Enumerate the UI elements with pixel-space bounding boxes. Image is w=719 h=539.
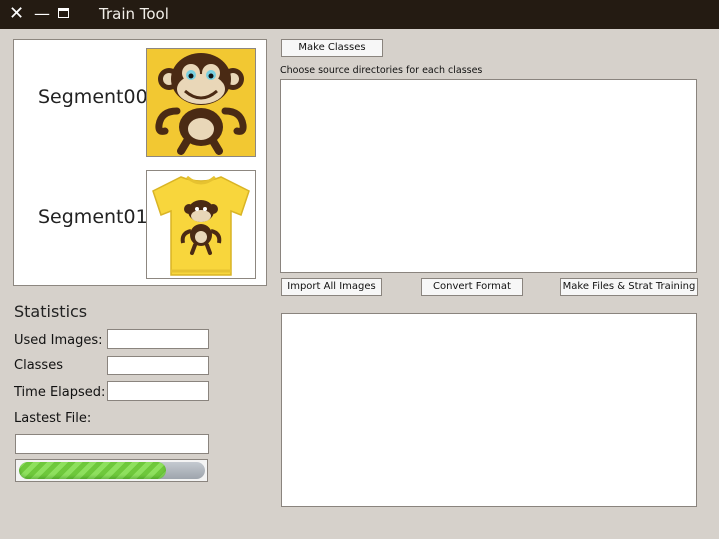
statistics-title: Statistics [14, 302, 88, 321]
minimize-icon[interactable]: — [34, 5, 50, 23]
close-icon[interactable]: ✕ [9, 5, 24, 23]
convert-format-button[interactable]: Convert Format [421, 278, 523, 296]
title-bar: ✕ — Train Tool [0, 0, 719, 29]
latest-file-label: Lastest File: [14, 411, 92, 426]
training-progress-bar [15, 459, 208, 482]
progress-track [19, 462, 205, 479]
segment-label: Segment01 [38, 206, 148, 228]
latest-file-field[interactable] [15, 434, 209, 454]
segment-label: Segment00 [38, 86, 148, 108]
import-all-images-button[interactable]: Import All Images [281, 278, 382, 296]
window-title: Train Tool [99, 5, 169, 23]
time-elapsed-label: Time Elapsed: [14, 385, 106, 400]
classes-field[interactable] [107, 356, 209, 375]
progress-fill [19, 462, 166, 479]
segment-image-monkey[interactable] [146, 48, 256, 157]
source-dirs-caption: Choose source directories for each class… [280, 65, 483, 76]
segments-panel: Segment00 Segment01 [13, 39, 267, 286]
make-files-start-training-button[interactable]: Make Files & Strat Training [560, 278, 698, 296]
output-log-box[interactable] [281, 313, 697, 507]
maximize-icon[interactable] [58, 8, 69, 18]
time-elapsed-field[interactable] [107, 381, 209, 401]
source-directories-box[interactable] [280, 79, 697, 273]
used-images-label: Used Images: [14, 333, 103, 348]
segment-image-tshirt[interactable] [146, 170, 256, 279]
used-images-field[interactable] [107, 329, 209, 349]
make-classes-button[interactable]: Make Classes [281, 39, 383, 57]
classes-label: Classes [14, 358, 63, 373]
